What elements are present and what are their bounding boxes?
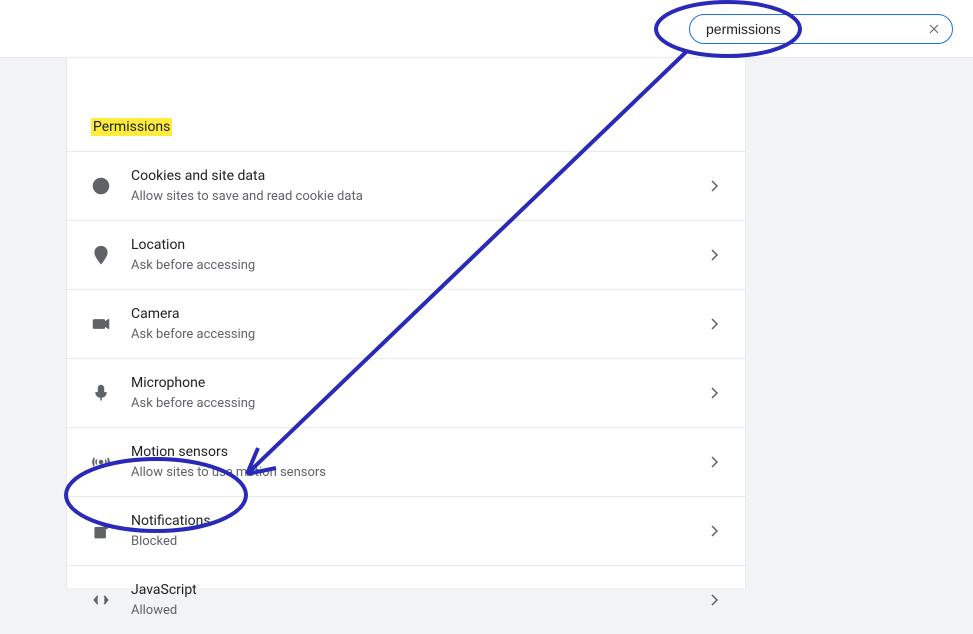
row-text: Location Ask before accessing <box>131 235 711 275</box>
settings-panel: Permissions Cookies and site data Allow … <box>66 58 746 588</box>
section-title-text: Permissions <box>91 118 172 136</box>
row-subtitle: Blocked <box>131 533 711 551</box>
chevron-right-icon <box>711 315 721 334</box>
notifications-icon <box>91 521 111 541</box>
row-javascript[interactable]: JavaScript Allowed <box>67 565 745 634</box>
row-subtitle: Allow sites to use motion sensors <box>131 464 711 482</box>
row-camera[interactable]: Camera Ask before accessing <box>67 289 745 358</box>
search-field[interactable] <box>689 14 953 44</box>
close-icon <box>928 23 940 35</box>
javascript-icon <box>91 590 111 610</box>
row-notifications[interactable]: Notifications Blocked <box>67 496 745 565</box>
row-title: Motion sensors <box>131 442 711 462</box>
row-subtitle: Ask before accessing <box>131 257 711 275</box>
row-title: JavaScript <box>131 580 711 600</box>
row-title: Cookies and site data <box>131 166 711 186</box>
row-title: Microphone <box>131 373 711 393</box>
chevron-right-icon <box>711 453 721 472</box>
camera-icon <box>91 314 111 334</box>
motion-sensor-icon <box>91 452 111 472</box>
microphone-icon <box>91 383 111 403</box>
row-subtitle: Allow sites to save and read cookie data <box>131 188 711 206</box>
clear-search-button[interactable] <box>926 21 942 37</box>
chevron-right-icon <box>711 246 721 265</box>
row-subtitle: Ask before accessing <box>131 395 711 413</box>
row-text: Notifications Blocked <box>131 511 711 551</box>
chevron-right-icon <box>711 177 721 196</box>
row-cookies[interactable]: Cookies and site data Allow sites to sav… <box>67 151 745 220</box>
row-title: Notifications <box>131 511 711 531</box>
row-text: JavaScript Allowed <box>131 580 711 620</box>
section-title: Permissions <box>67 58 745 151</box>
chevron-right-icon <box>711 591 721 610</box>
row-text: Microphone Ask before accessing <box>131 373 711 413</box>
search-input[interactable] <box>706 21 916 37</box>
chevron-right-icon <box>711 522 721 541</box>
row-microphone[interactable]: Microphone Ask before accessing <box>67 358 745 427</box>
row-subtitle: Ask before accessing <box>131 326 711 344</box>
cookie-icon <box>91 176 111 196</box>
row-subtitle: Allowed <box>131 602 711 620</box>
row-text: Cookies and site data Allow sites to sav… <box>131 166 711 206</box>
top-bar <box>0 0 973 58</box>
chevron-right-icon <box>711 384 721 403</box>
row-text: Camera Ask before accessing <box>131 304 711 344</box>
location-icon <box>91 245 111 265</box>
row-text: Motion sensors Allow sites to use motion… <box>131 442 711 482</box>
row-title: Camera <box>131 304 711 324</box>
row-title: Location <box>131 235 711 255</box>
row-location[interactable]: Location Ask before accessing <box>67 220 745 289</box>
row-motion-sensors[interactable]: Motion sensors Allow sites to use motion… <box>67 427 745 496</box>
